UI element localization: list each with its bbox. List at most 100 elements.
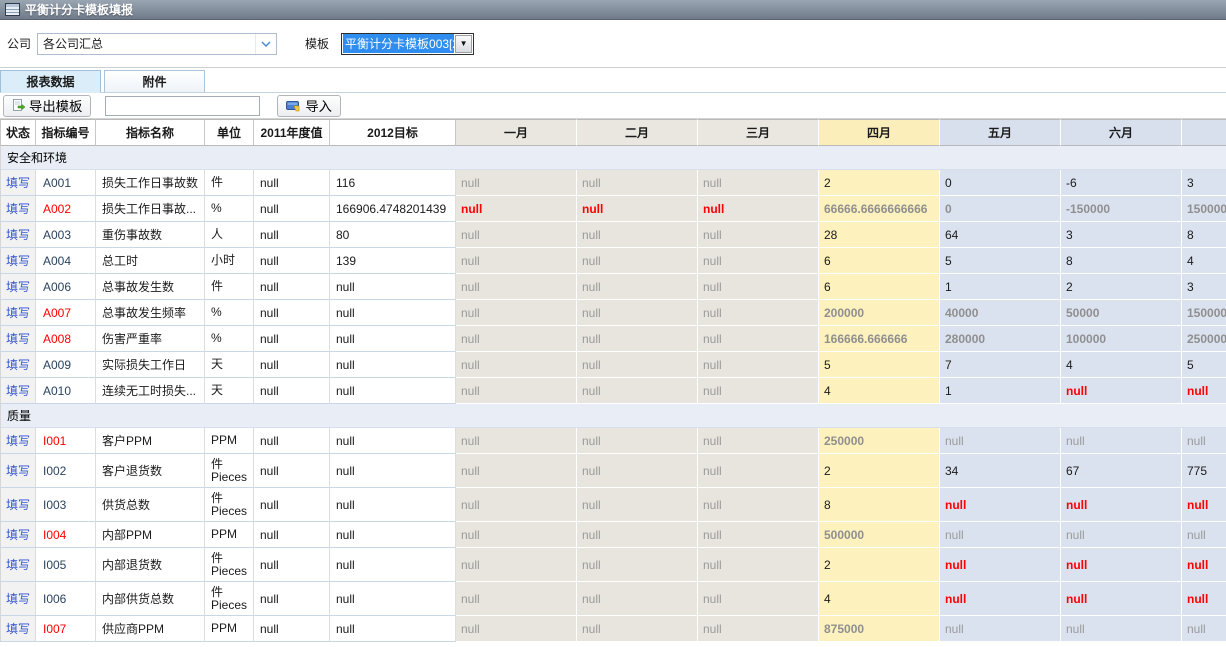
column-header-3[interactable]: 指标名称: [96, 119, 205, 146]
fill-link[interactable]: 填写: [6, 434, 30, 448]
month-value-cell: null: [577, 222, 698, 248]
unit-cell: %: [205, 300, 254, 326]
fill-link[interactable]: 填写: [6, 558, 30, 572]
month-value-cell: null: [1061, 548, 1182, 582]
status-cell: 填写: [0, 300, 36, 326]
table-row: 填写I003供货总数件 Piecesnullnullnullnullnull8n…: [0, 488, 1226, 522]
month-value-cell: 4: [819, 378, 940, 404]
column-header-13[interactable]: 七月: [1182, 119, 1226, 146]
indicator-name-cell: 伤害严重率: [96, 326, 205, 352]
month-value-cell: null: [456, 326, 577, 352]
group-label: 安全和环境: [0, 146, 1226, 170]
unit-cell: 件 Pieces: [205, 582, 254, 616]
indicator-code-cell: A008: [36, 326, 96, 352]
month-value-cell: null: [698, 300, 819, 326]
fill-link[interactable]: 填写: [6, 358, 30, 372]
indicator-code-cell: I004: [36, 522, 96, 548]
fill-link[interactable]: 填写: [6, 228, 30, 242]
fill-link[interactable]: 填写: [6, 306, 30, 320]
year-2011-cell: null: [254, 582, 330, 616]
month-value-cell: null: [456, 548, 577, 582]
column-header-9[interactable]: 三月: [698, 119, 819, 146]
month-value-cell: null: [1182, 616, 1226, 642]
fill-link[interactable]: 填写: [6, 528, 30, 542]
unit-cell: 件: [205, 170, 254, 196]
month-value-cell: 5: [1182, 352, 1226, 378]
month-value-cell: null: [456, 522, 577, 548]
import-icon: [286, 100, 301, 112]
month-value-cell: null: [940, 488, 1061, 522]
month-value-cell: null: [698, 428, 819, 454]
month-value-cell: 0: [940, 196, 1061, 222]
column-header-12[interactable]: 六月: [1061, 119, 1182, 146]
year-2011-cell: null: [254, 488, 330, 522]
table-row: 填写I007供应商PPMPPMnullnullnullnullnull87500…: [0, 616, 1226, 642]
fill-link[interactable]: 填写: [6, 254, 30, 268]
column-header-8[interactable]: 二月: [577, 119, 698, 146]
fill-link[interactable]: 填写: [6, 592, 30, 606]
column-header-5[interactable]: 2011年度值: [254, 119, 330, 146]
month-value-cell: null: [940, 616, 1061, 642]
select-arrow-icon[interactable]: ▼: [455, 35, 472, 53]
month-value-cell: 250000: [819, 428, 940, 454]
month-value-cell: null: [577, 352, 698, 378]
status-cell: 填写: [0, 326, 36, 352]
indicator-code-cell: I001: [36, 428, 96, 454]
month-value-cell: null: [577, 378, 698, 404]
company-combobox[interactable]: 各公司汇总: [37, 33, 277, 55]
fill-link[interactable]: 填写: [6, 176, 30, 190]
column-header-10[interactable]: 四月: [819, 119, 940, 146]
scorecard-table: 状态指标编号指标名称单位2011年度值2012目标一月二月三月四月五月六月七月 …: [0, 119, 1226, 642]
export-template-button[interactable]: 导出模板: [3, 95, 91, 117]
template-select[interactable]: 平衡计分卡模板003[2012年4月] ▼: [341, 33, 474, 55]
column-header-4[interactable]: 单位: [205, 119, 254, 146]
fill-link[interactable]: 填写: [6, 464, 30, 478]
unit-cell: 件 Pieces: [205, 488, 254, 522]
month-value-cell: 0: [940, 170, 1061, 196]
month-value-cell: null: [1182, 488, 1226, 522]
tab-report-data[interactable]: 报表数据: [0, 70, 101, 93]
window-titlebar: 平衡计分卡模板填报: [0, 0, 1226, 20]
month-value-cell: null: [1182, 582, 1226, 616]
indicator-name-cell: 客户退货数: [96, 454, 205, 488]
chevron-down-icon[interactable]: [255, 34, 276, 54]
month-value-cell: null: [456, 616, 577, 642]
column-header-1[interactable]: 状态: [0, 119, 36, 146]
fill-link[interactable]: 填写: [6, 622, 30, 636]
column-header-6[interactable]: 2012目标: [330, 119, 456, 146]
target-2012-cell: null: [330, 274, 456, 300]
fill-link[interactable]: 填写: [6, 202, 30, 216]
month-value-cell: null: [577, 488, 698, 522]
import-file-input[interactable]: [105, 96, 260, 116]
unit-cell: 天: [205, 378, 254, 404]
table-header-row: 状态指标编号指标名称单位2011年度值2012目标一月二月三月四月五月六月七月: [0, 119, 1226, 146]
month-value-cell: null: [1061, 616, 1182, 642]
month-value-cell: 4: [1182, 248, 1226, 274]
month-value-cell: null: [456, 196, 577, 222]
year-2011-cell: null: [254, 522, 330, 548]
fill-link[interactable]: 填写: [6, 384, 30, 398]
tab-attachments[interactable]: 附件: [104, 70, 205, 93]
group-row: 安全和环境: [0, 146, 1226, 170]
fill-link[interactable]: 填写: [6, 498, 30, 512]
target-2012-cell: 139: [330, 248, 456, 274]
fill-link[interactable]: 填写: [6, 332, 30, 346]
import-label: 导入: [305, 96, 332, 115]
month-value-cell: null: [577, 548, 698, 582]
table-row: 填写I001客户PPMPPMnullnullnullnullnull250000…: [0, 428, 1226, 454]
column-header-7[interactable]: 一月: [456, 119, 577, 146]
fill-link[interactable]: 填写: [6, 280, 30, 294]
year-2011-cell: null: [254, 616, 330, 642]
column-header-2[interactable]: 指标编号: [36, 119, 96, 146]
import-button[interactable]: 导入: [277, 95, 341, 117]
month-value-cell: 2: [1061, 274, 1182, 300]
status-cell: 填写: [0, 522, 36, 548]
month-value-cell: 8: [819, 488, 940, 522]
table-row: 填写A009实际损失工作日天nullnullnullnullnull5745: [0, 352, 1226, 378]
year-2011-cell: null: [254, 548, 330, 582]
indicator-name-cell: 内部供货总数: [96, 582, 205, 616]
table-row: 填写I005内部退货数件 Piecesnullnullnullnullnull2…: [0, 548, 1226, 582]
indicator-name-cell: 损失工作日事故...: [96, 196, 205, 222]
unit-cell: PPM: [205, 616, 254, 642]
column-header-11[interactable]: 五月: [940, 119, 1061, 146]
